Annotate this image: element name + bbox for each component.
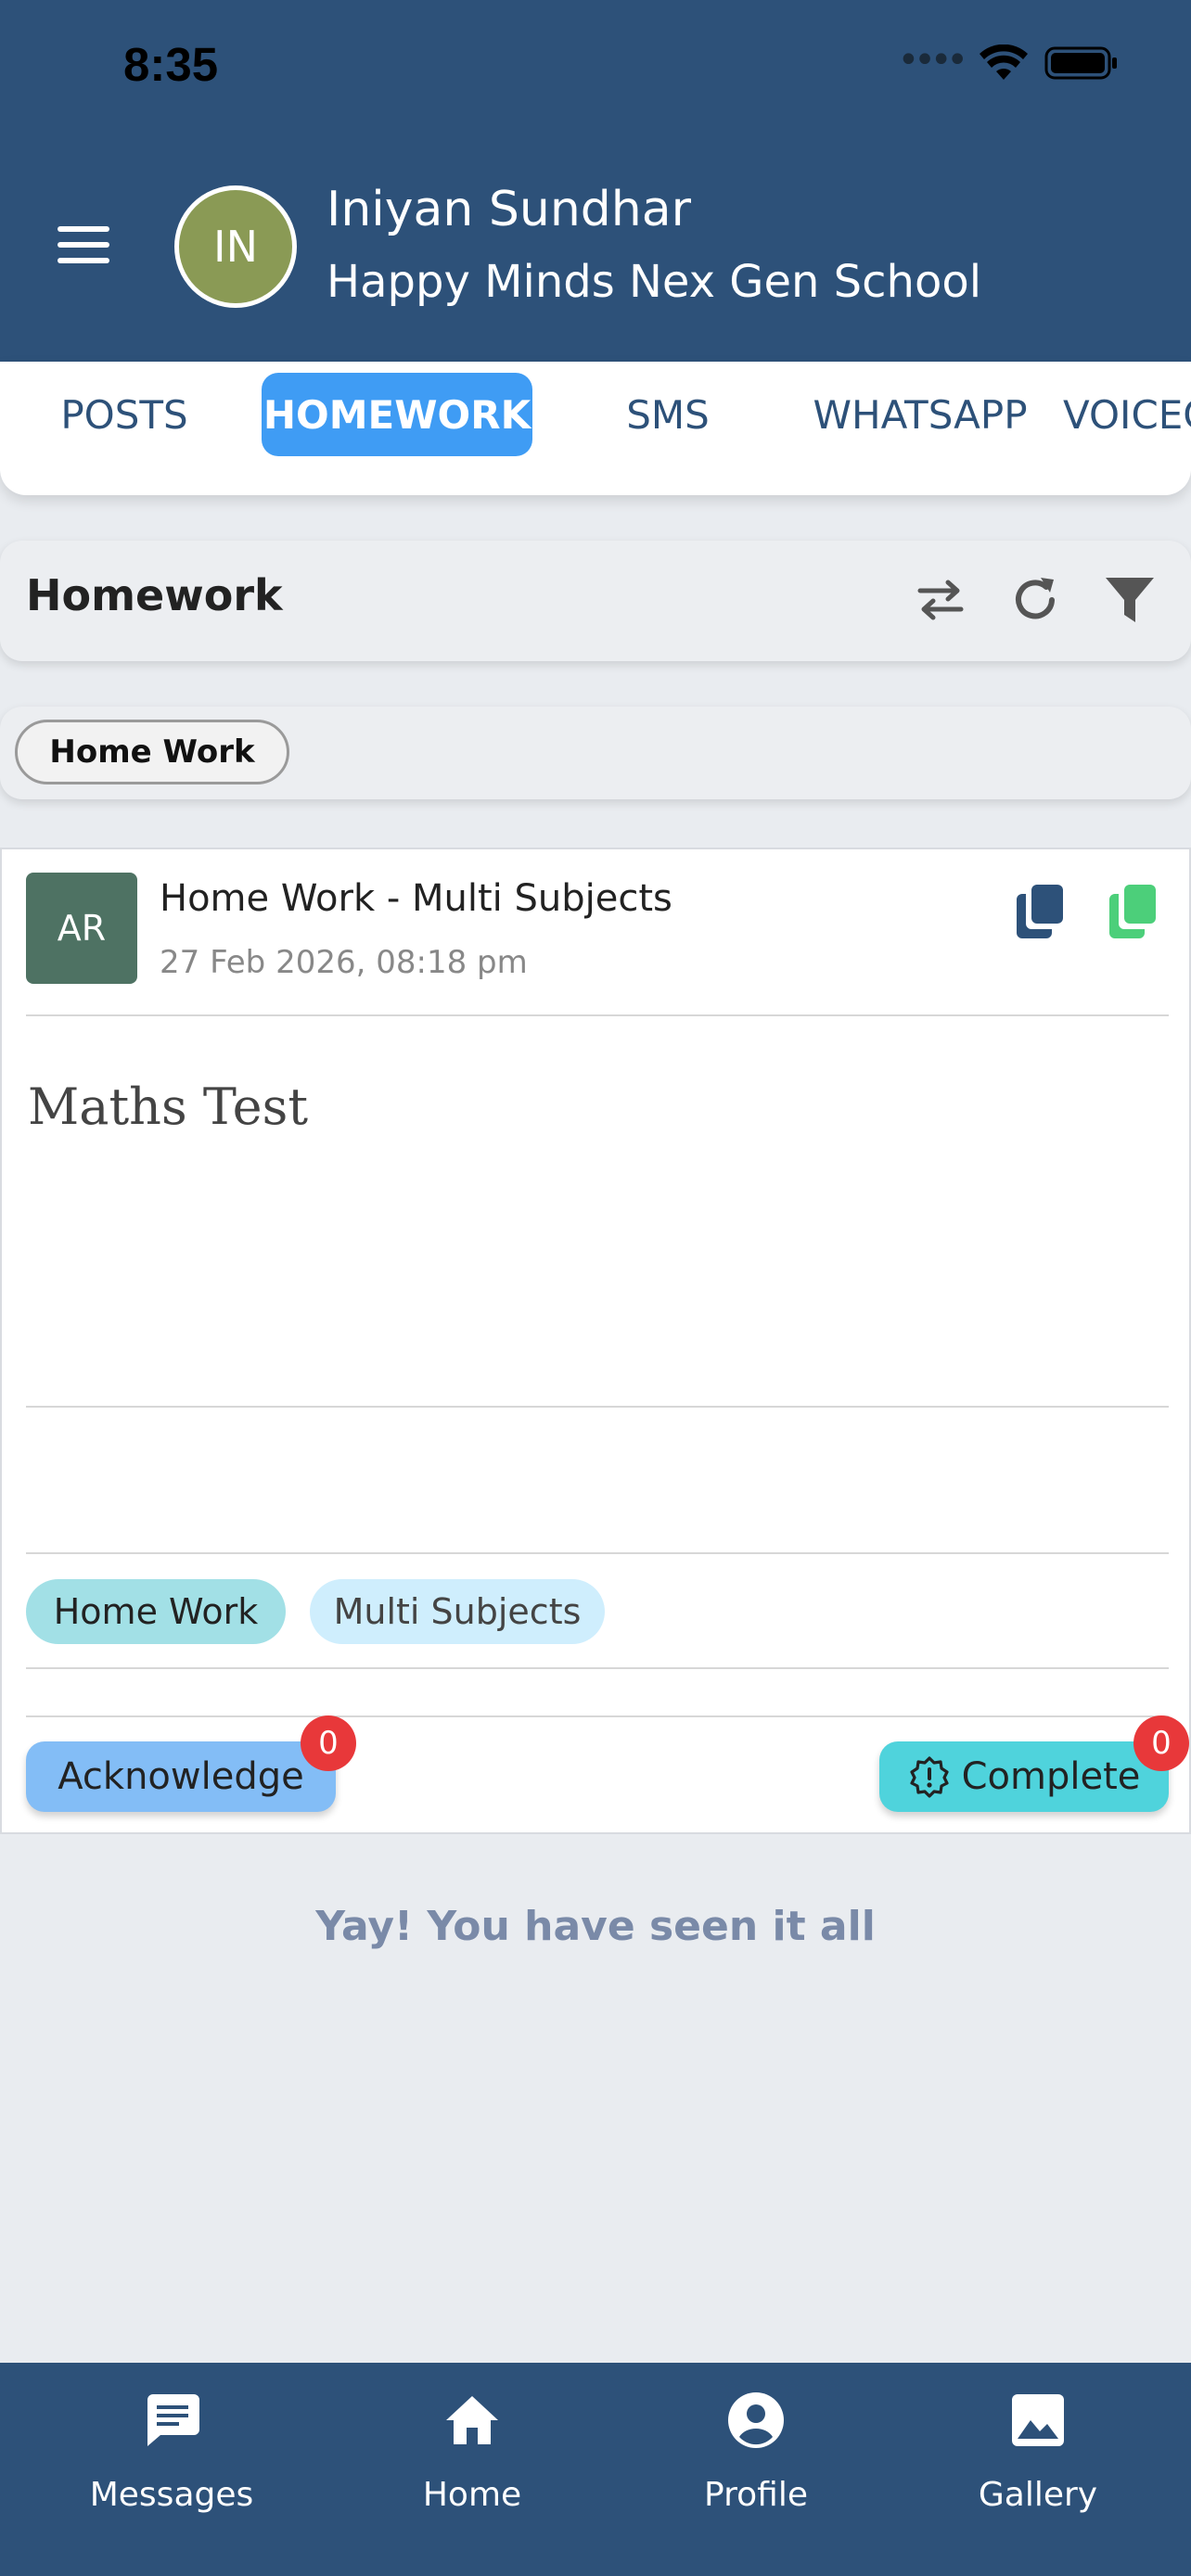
post-body: Maths Test xyxy=(28,1078,309,1136)
tab-homework[interactable]: HOMEWORK xyxy=(262,373,532,456)
nav-label-home: Home xyxy=(422,2476,522,2514)
swap-icon[interactable] xyxy=(913,572,968,628)
wifi-icon xyxy=(980,45,1028,80)
user-name: Iniyan Sundhar xyxy=(327,182,691,237)
messages-icon xyxy=(147,2394,199,2446)
acknowledge-count-badge: 0 xyxy=(301,1715,356,1771)
nav-label-gallery: Gallery xyxy=(978,2476,1098,2514)
post-title: Home Work - Multi Subjects xyxy=(160,877,672,920)
filter-chip-bar: Home Work xyxy=(0,707,1191,799)
post-date: 27 Feb 2026, 08:18 pm xyxy=(160,944,528,981)
divider xyxy=(26,1552,1169,1554)
filter-icon[interactable] xyxy=(1102,572,1158,628)
app-header: 8:35 •••• IN Iniyan Sundhar Happy Minds … xyxy=(0,0,1191,362)
section-title: Homework xyxy=(26,570,283,620)
profile-icon xyxy=(728,2392,784,2448)
author-avatar: AR xyxy=(26,873,137,984)
copy-icon[interactable] xyxy=(1015,883,1067,940)
nav-label-profile: Profile xyxy=(704,2476,808,2514)
nav-home[interactable]: Home xyxy=(361,2391,583,2514)
bottom-navigation: Messages Home Profile Gallery xyxy=(0,2363,1191,2576)
acknowledge-button[interactable]: Acknowledge xyxy=(26,1741,336,1812)
category-tabs: POSTS HOMEWORK SMS WHATSAPP VOICECALL xyxy=(0,362,1191,495)
signal-icon: •••• xyxy=(897,39,968,82)
homework-toolbar: Homework xyxy=(0,541,1191,661)
complete-label: Complete xyxy=(961,1755,1141,1798)
homework-post-card: AR Home Work - Multi Subjects 27 Feb 202… xyxy=(0,848,1191,1834)
alert-badge-icon xyxy=(910,1756,949,1798)
refresh-icon[interactable] xyxy=(1007,572,1063,628)
nav-profile[interactable]: Profile xyxy=(645,2391,867,2514)
duplicate-icon[interactable] xyxy=(1108,883,1159,940)
battery-icon xyxy=(1044,46,1117,80)
divider xyxy=(26,1715,1169,1717)
tab-voicecall[interactable]: VOICECALL xyxy=(1063,373,1191,456)
tab-sms[interactable]: SMS xyxy=(594,373,742,456)
hamburger-menu-icon[interactable] xyxy=(58,226,109,263)
status-icons: •••• xyxy=(897,39,1119,82)
nav-gallery[interactable]: Gallery xyxy=(927,2391,1149,2514)
user-avatar[interactable]: IN xyxy=(174,185,297,308)
complete-count-badge: 0 xyxy=(1133,1715,1189,1771)
divider xyxy=(26,1406,1169,1408)
gallery-icon xyxy=(1012,2394,1064,2446)
filter-chip-home-work[interactable]: Home Work xyxy=(15,720,289,784)
tab-posts[interactable]: POSTS xyxy=(37,373,211,456)
tab-whatsapp[interactable]: WHATSAPP xyxy=(800,373,1041,456)
acknowledge-label: Acknowledge xyxy=(58,1755,304,1798)
complete-button[interactable]: Complete xyxy=(879,1741,1169,1812)
end-of-feed-message: Yay! You have seen it all xyxy=(315,1903,876,1950)
nav-messages[interactable]: Messages xyxy=(60,2391,283,2514)
divider xyxy=(26,1014,1169,1016)
status-time: 8:35 xyxy=(123,38,219,91)
home-icon xyxy=(446,2396,498,2444)
tag-home-work: Home Work xyxy=(26,1579,286,1644)
tag-multi-subjects: Multi Subjects xyxy=(310,1579,605,1644)
school-name: Happy Minds Nex Gen School xyxy=(327,256,982,308)
divider xyxy=(26,1667,1169,1669)
nav-label-messages: Messages xyxy=(89,2476,254,2514)
